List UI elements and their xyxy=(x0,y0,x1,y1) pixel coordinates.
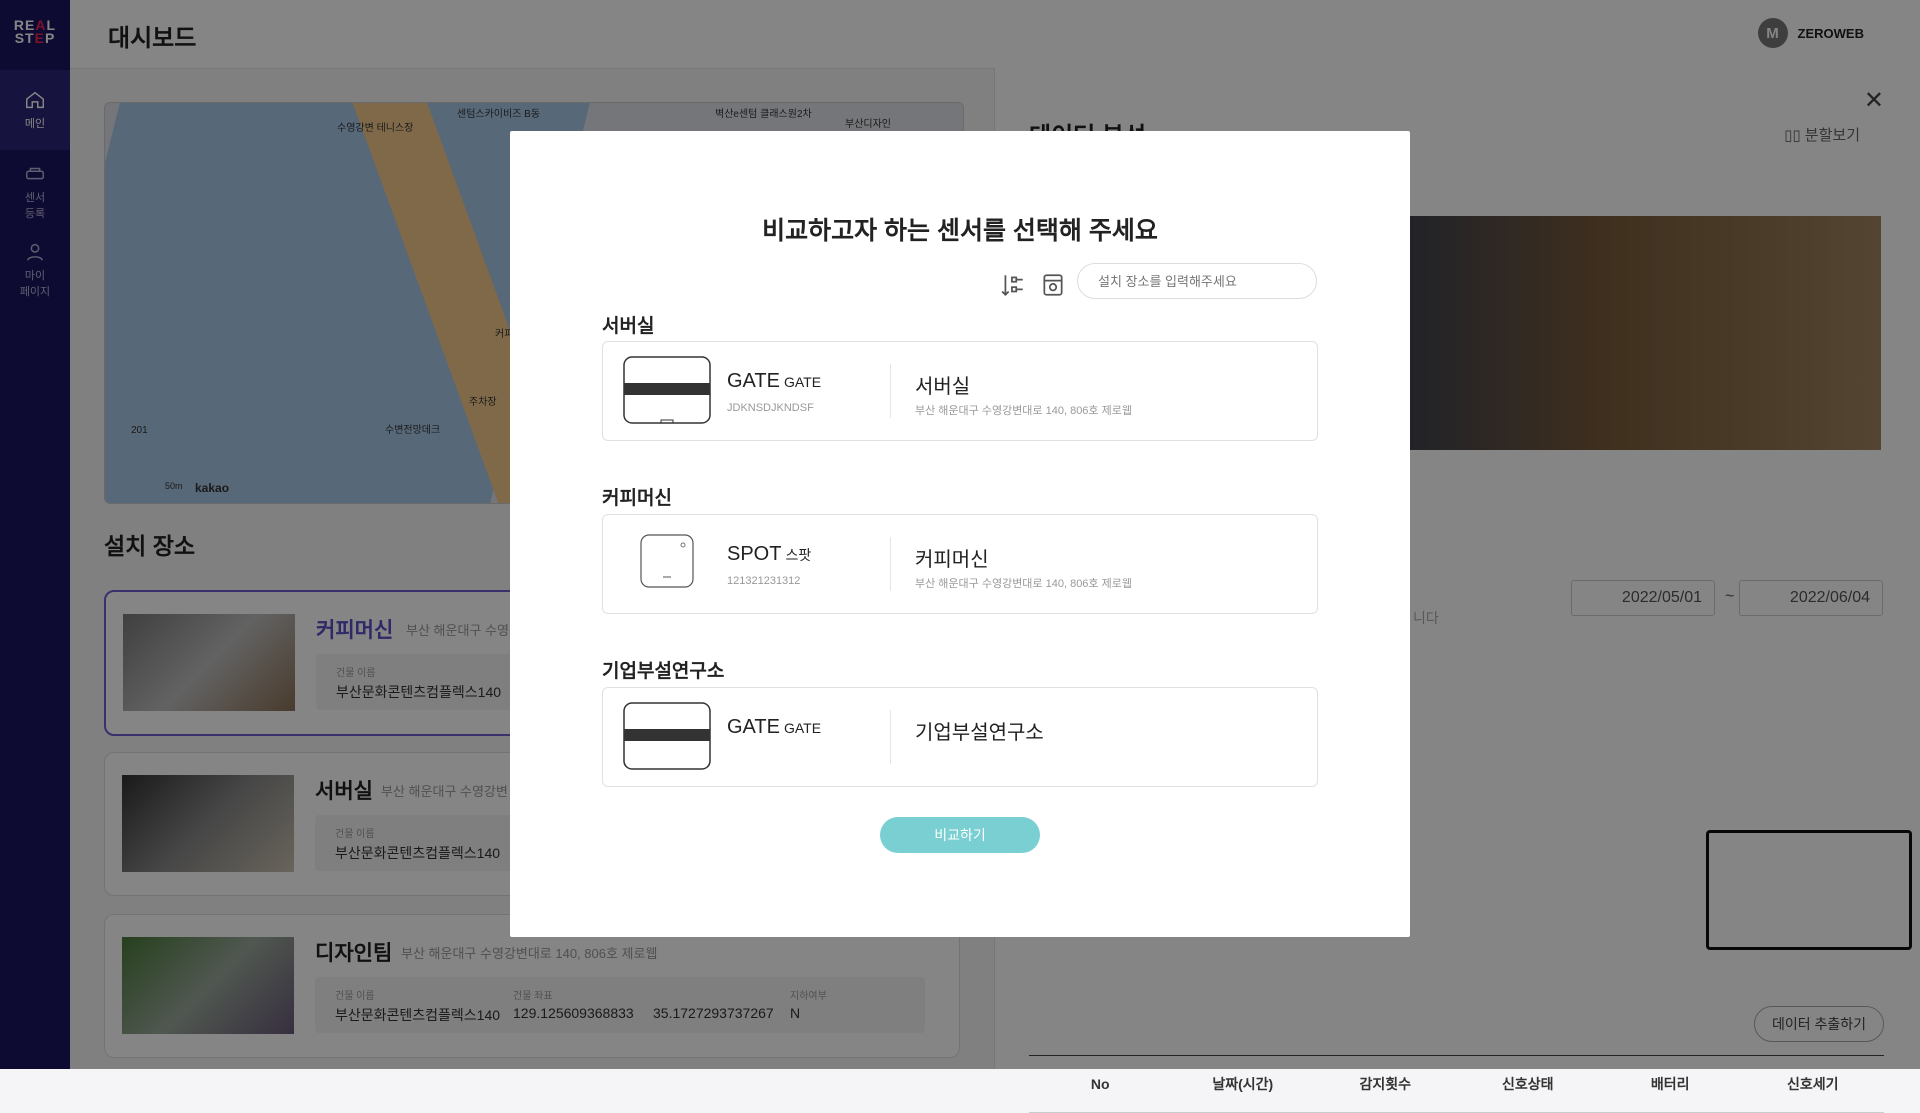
divider xyxy=(890,537,891,591)
sensor-card[interactable]: GATE GATE 기업부설연구소 xyxy=(602,687,1318,787)
column-header[interactable]: 배터리 xyxy=(1599,1074,1742,1094)
group-title: 커피머신 xyxy=(602,488,672,509)
sensor-card[interactable]: SPOT 스팟 121321231312 커피머신 부산 해운대구 수영강변대로 … xyxy=(602,514,1318,614)
divider xyxy=(890,710,891,764)
device-name: GATE xyxy=(727,716,780,738)
filter-icon[interactable] xyxy=(1000,272,1026,298)
device-name-line: GATE GATE xyxy=(727,370,821,393)
gate-device-icon xyxy=(623,702,711,770)
column-header[interactable]: 신호상태 xyxy=(1457,1074,1600,1094)
device-type: GATE xyxy=(783,720,822,736)
settings-icon[interactable] xyxy=(1040,272,1066,298)
divider xyxy=(890,364,891,418)
location-name: 커피머신 xyxy=(915,549,989,571)
column-header[interactable]: No xyxy=(1029,1076,1172,1092)
device-name: SPOT xyxy=(727,543,782,565)
device-type: 스팟 xyxy=(785,547,812,563)
compare-button[interactable]: 비교하기 xyxy=(880,817,1040,853)
device-type: GATE xyxy=(783,374,822,390)
search-input[interactable] xyxy=(1077,263,1317,299)
sensor-compare-modal: 비교하고자 하는 센서를 선택해 주세요 서버실 GATEGATE JDKNSD… xyxy=(510,131,1410,937)
device-code: 121321231312 xyxy=(727,575,801,587)
sensor-list[interactable]: 서버실 GATE GATE JDKNSDJKNDSF 서버실 부산 해운대구 수영… xyxy=(602,311,1322,884)
spot-device-icon xyxy=(640,534,694,588)
location-name: 기업부설연구소 xyxy=(915,722,1044,744)
modal-title: 비교하고자 하는 센서를 선택해 주세요 xyxy=(762,217,1158,245)
location-name: 서버실 xyxy=(915,376,971,398)
group-title: 서버실 xyxy=(602,316,655,337)
device-name: GATE xyxy=(727,370,780,392)
gate-device-icon xyxy=(623,356,711,424)
sensor-card[interactable]: GATE GATE JDKNSDJKNDSF 서버실 부산 해운대구 수영강변대로… xyxy=(602,341,1318,441)
device-code: JDKNSDJKNDSF xyxy=(727,402,814,414)
column-header[interactable]: 신호세기 xyxy=(1742,1074,1885,1094)
column-header[interactable]: 날짜(시간) xyxy=(1172,1074,1315,1094)
device-name-line: SPOT 스팟 xyxy=(727,543,811,566)
column-header[interactable]: 감지횟수 xyxy=(1314,1074,1457,1094)
device-name-line: GATE GATE xyxy=(727,716,821,739)
location-address: 부산 해운대구 수영강변대로 140, 806호 제로웹 xyxy=(915,578,1132,590)
group-title: 기업부설연구소 xyxy=(602,661,725,682)
location-address: 부산 해운대구 수영강변대로 140, 806호 제로웹 xyxy=(915,405,1132,417)
